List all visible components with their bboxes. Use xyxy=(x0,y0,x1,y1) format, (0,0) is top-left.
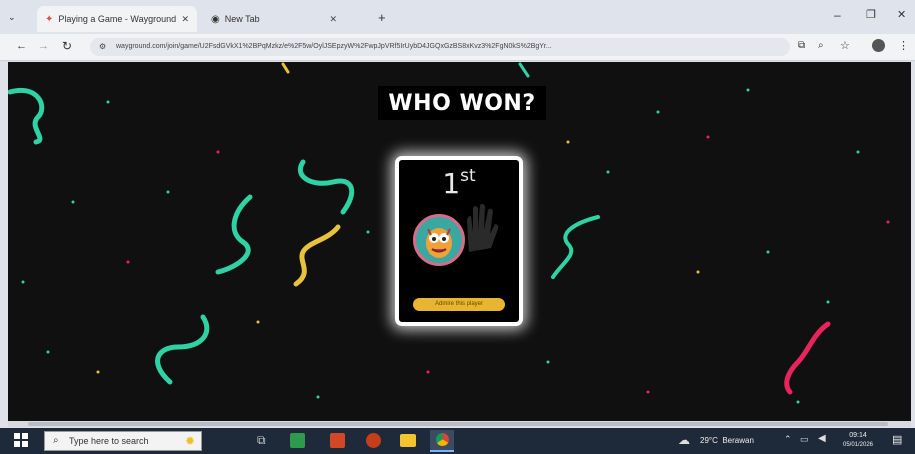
page-title: WHO WON? xyxy=(388,90,536,116)
confetti-dot xyxy=(316,395,320,399)
address-bar-row: ← → ↻ ⚙ wayground.com/join/game/U2FsdGVk… xyxy=(0,34,915,61)
confetti-streamer xyxy=(551,215,600,279)
rank-suffix: st xyxy=(460,166,476,186)
confetti-dot xyxy=(216,150,220,154)
confetti-dot xyxy=(546,360,550,364)
confetti-dot xyxy=(21,280,25,284)
close-window-icon[interactable]: ✕ xyxy=(897,8,906,21)
confetti-dot xyxy=(796,400,800,404)
clock-date: 05/01/2026 xyxy=(842,442,874,448)
taskbar-app-icon[interactable] xyxy=(330,433,345,448)
confetti-dot xyxy=(96,370,100,374)
hand-silhouette-icon xyxy=(467,203,499,252)
new-tab-favicon-icon: ◉ xyxy=(211,13,220,25)
tray-chevron-up-icon[interactable]: ⌃ xyxy=(784,434,792,445)
confetti-streamer xyxy=(784,321,831,395)
forward-icon[interactable]: → xyxy=(38,40,49,52)
monster-avatar-icon xyxy=(426,228,452,258)
windows-taskbar: ⌕ Type here to search ✹ ⧉ ☁ 29°C Berawan… xyxy=(0,428,915,454)
confetti-dot xyxy=(656,110,660,114)
browser-tab-bar: ⌄ ✦ Playing a Game - Wayground ✕ ◉ New T… xyxy=(0,0,915,34)
game-stage: WHO WON? 1st Admire this player xyxy=(8,62,911,421)
profile-avatar-icon[interactable] xyxy=(872,39,885,52)
menu-kebab-icon[interactable]: ⋮ xyxy=(898,39,909,52)
rank-label: 1st xyxy=(399,166,519,200)
confetti-dot xyxy=(71,200,75,204)
confetti-streamer xyxy=(293,224,341,287)
url-text: wayground.com/join/game/U2FsdGVkX1%2BPqM… xyxy=(116,43,552,50)
install-app-icon[interactable]: ⧉ xyxy=(798,40,805,51)
zoom-icon[interactable]: ⌕ xyxy=(818,40,824,51)
url-field[interactable]: ⚙ wayground.com/join/game/U2FsdGVkX1%2BP… xyxy=(90,38,790,56)
scrollbar-thumb[interactable] xyxy=(28,422,888,426)
confetti-streamer xyxy=(281,62,290,74)
rank-number: 1 xyxy=(442,167,461,200)
tab-search-icon[interactable]: ⌄ xyxy=(8,12,16,23)
confetti-streamer xyxy=(155,314,210,385)
weather-icon[interactable]: ☁ xyxy=(678,433,690,447)
admire-player-button[interactable]: Admire this player xyxy=(413,298,505,311)
clock-time: 09:14 xyxy=(849,432,867,439)
confetti-dot xyxy=(166,190,170,194)
confetti-dot xyxy=(366,230,370,234)
confetti-dot xyxy=(856,150,860,154)
tab-new-tab[interactable]: ◉ New Tab ✕ xyxy=(205,6,345,32)
tab-label: New Tab xyxy=(224,14,260,24)
confetti-streamer xyxy=(215,194,253,275)
confetti-dot xyxy=(826,300,830,304)
restore-icon[interactable]: ❐ xyxy=(866,8,876,21)
weather-text[interactable]: 29°C Berawan xyxy=(700,436,754,445)
network-icon[interactable]: ▭ xyxy=(800,434,809,445)
confetti-dot xyxy=(696,270,700,274)
confetti-dot xyxy=(746,88,750,92)
confetti-dot xyxy=(566,140,570,144)
winner-card: 1st Admire this player xyxy=(395,156,523,326)
search-icon: ⌕ xyxy=(53,435,59,446)
confetti-dot xyxy=(886,220,890,224)
search-placeholder: Type here to search xyxy=(69,436,149,446)
confetti-dot xyxy=(126,260,130,264)
file-explorer-icon[interactable] xyxy=(400,434,416,447)
confetti-dot xyxy=(706,135,710,139)
close-tab-icon[interactable]: ✕ xyxy=(181,14,189,25)
confetti-dot xyxy=(106,100,110,104)
confetti-streamer xyxy=(518,62,530,78)
wayground-favicon-icon: ✦ xyxy=(45,13,54,25)
taskbar-app-icon[interactable] xyxy=(290,433,305,448)
confetti-dot xyxy=(606,170,610,174)
close-tab-icon[interactable]: ✕ xyxy=(329,14,337,25)
new-tab-button[interactable]: + xyxy=(378,10,386,25)
notification-icon[interactable]: ▤ xyxy=(892,433,902,446)
back-icon[interactable]: ← xyxy=(16,40,27,52)
site-info-icon[interactable]: ⚙ xyxy=(99,38,106,56)
tab-label: Playing a Game - Wayground xyxy=(58,14,177,24)
taskbar-search-box[interactable]: ⌕ Type here to search ✹ xyxy=(44,431,202,451)
player-avatar xyxy=(413,214,465,266)
confetti-dot xyxy=(646,390,650,394)
bookmark-star-icon[interactable]: ☆ xyxy=(840,39,850,52)
confetti-dot xyxy=(426,370,430,374)
volume-icon[interactable]: ◀ xyxy=(818,433,826,444)
clock[interactable]: 09:14 05/01/2026 xyxy=(838,431,878,450)
tab-playing-game[interactable]: ✦ Playing a Game - Wayground ✕ xyxy=(37,6,197,32)
confetti-streamer xyxy=(298,159,355,215)
confetti-streamer xyxy=(8,87,45,145)
confetti-dot xyxy=(766,250,770,254)
horizontal-scrollbar[interactable] xyxy=(8,421,911,427)
reload-icon[interactable]: ↻ xyxy=(62,39,72,53)
task-view-icon[interactable]: ⧉ xyxy=(257,433,266,448)
confetti-dot xyxy=(46,350,50,354)
minimize-icon[interactable]: – xyxy=(834,8,841,22)
chrome-icon[interactable] xyxy=(430,430,454,452)
taskbar-app-icon[interactable] xyxy=(366,433,381,448)
widget-sun-icon: ✹ xyxy=(184,434,195,448)
title-banner: WHO WON? xyxy=(378,86,546,120)
confetti-dot xyxy=(256,320,260,324)
windows-start-icon[interactable] xyxy=(14,433,28,447)
